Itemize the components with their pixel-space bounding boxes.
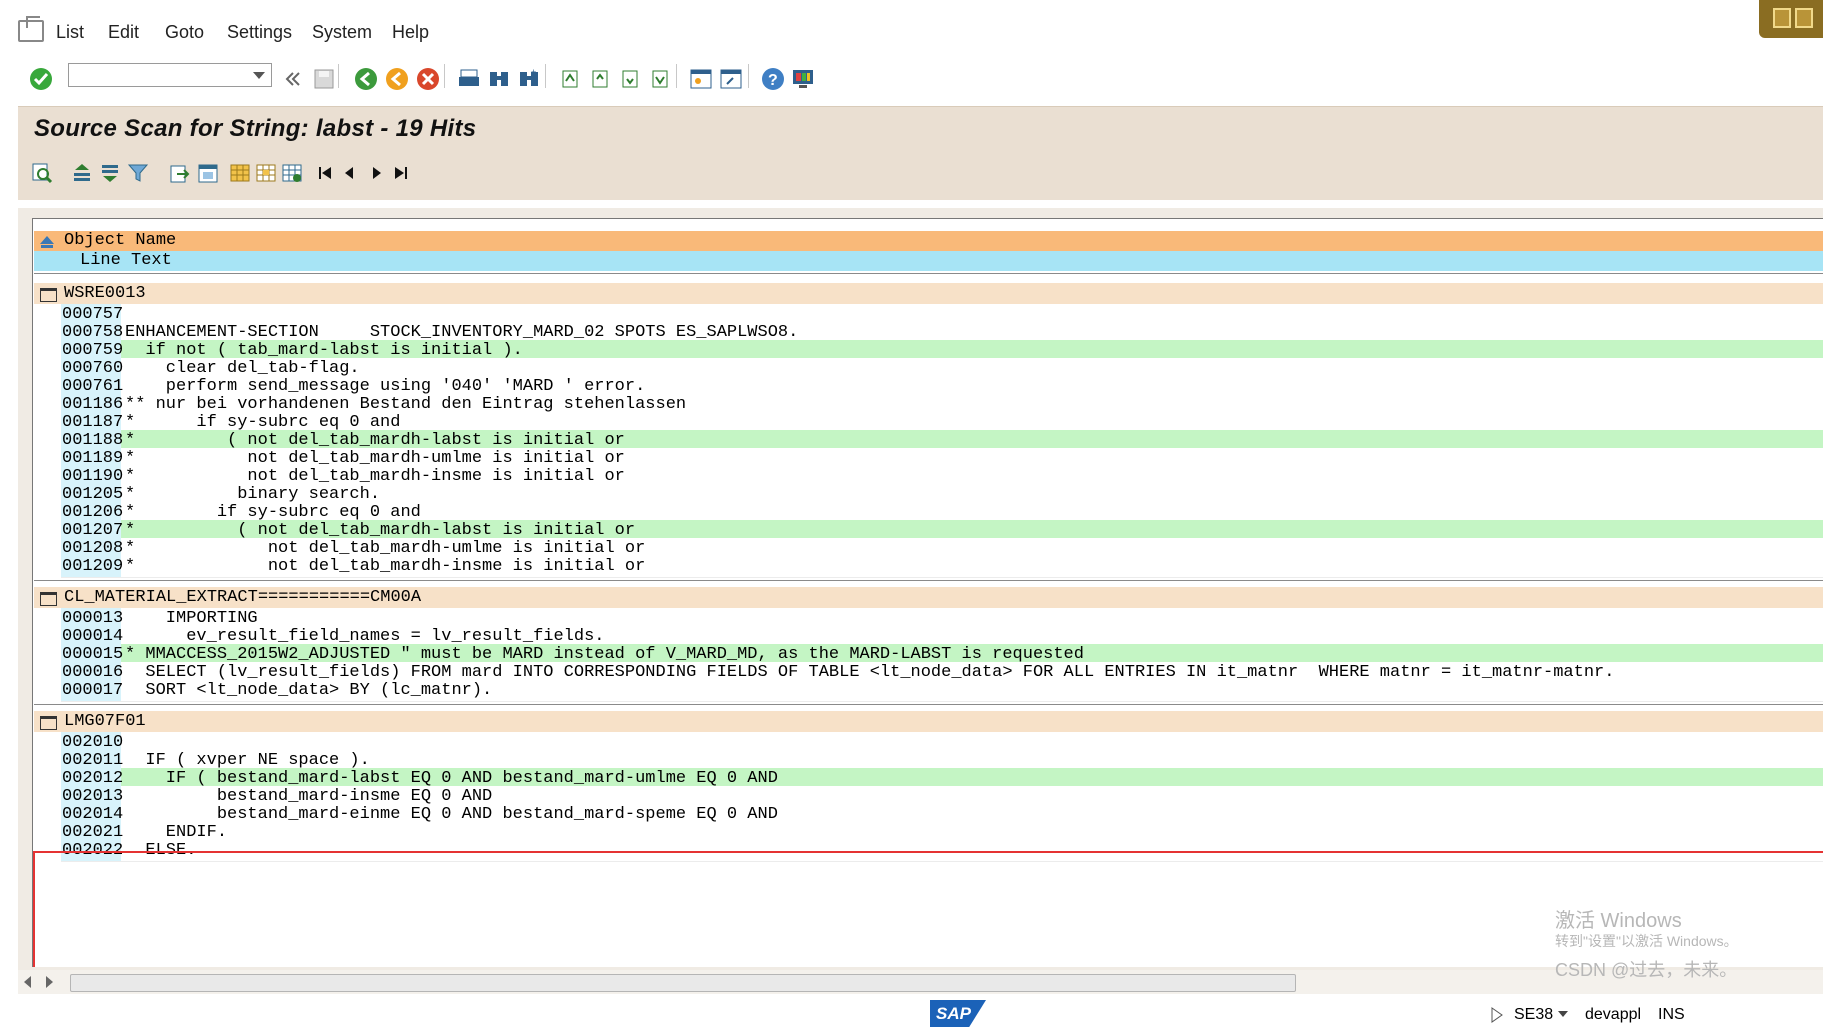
enter-check-icon[interactable] (28, 66, 54, 92)
svg-text:?: ? (768, 72, 778, 89)
object-name[interactable]: WSRE0013 (64, 283, 146, 304)
menu-system[interactable]: System (312, 22, 372, 43)
object-name[interactable]: CL_MATERIAL_EXTRACT===========CM00A (64, 587, 421, 608)
find-next-icon[interactable]: + (516, 66, 542, 92)
cancel-icon[interactable] (415, 66, 441, 92)
group-header[interactable]: LMG07F01 (34, 711, 1823, 732)
folder-icon[interactable] (40, 288, 57, 302)
menu-settings[interactable]: Settings (227, 22, 292, 43)
watermark-line-1: 激活 Windows (1555, 910, 1682, 932)
object-name-label: Object Name (64, 231, 177, 250)
grid-icon[interactable] (228, 160, 252, 186)
svg-text:+: + (531, 67, 536, 77)
line-text-label: Line Text (80, 251, 172, 270)
find-icon[interactable] (486, 66, 512, 92)
sort-descending-icon[interactable] (98, 160, 122, 186)
menu-goto[interactable]: Goto (165, 22, 204, 43)
application-toolbar (18, 150, 1823, 200)
transaction-code: SE38 (1514, 1006, 1554, 1023)
customize-layout-icon[interactable] (790, 66, 816, 92)
export-icon[interactable] (168, 160, 192, 186)
folder-icon[interactable] (40, 716, 57, 730)
toolbar-separator (444, 64, 445, 88)
command-field[interactable] (68, 63, 272, 87)
watermark-line-2: 转到"设置"以激活 Windows。 (1555, 933, 1738, 949)
result-row[interactable]: 000017 SORT <lt_node_data> BY (lc_matnr)… (61, 680, 1823, 702)
result-list[interactable]: Object Name Line Text WSRE0013 000757 0007… (32, 218, 1823, 967)
sort-ascending-icon[interactable] (70, 160, 94, 186)
object-name[interactable]: LMG07F01 (64, 711, 146, 732)
group-divider (34, 580, 1823, 581)
line-number[interactable]: 000017 (61, 680, 123, 701)
group-header[interactable]: WSRE0013 (34, 283, 1823, 304)
grid-select-icon[interactable] (254, 160, 278, 186)
toolbar-separator (676, 64, 677, 88)
status-triangle-icon[interactable] (1490, 1006, 1504, 1024)
line-text[interactable]: * not del_tab_mardh-insme is initial or (125, 556, 645, 577)
insert-mode: INS (1658, 1006, 1685, 1023)
last-icon[interactable] (388, 160, 412, 186)
scroll-left-icon[interactable] (24, 976, 31, 988)
last-page-icon[interactable] (647, 66, 673, 92)
group-divider (34, 704, 1823, 705)
title-bar: Source Scan for String: labst - 19 Hits (18, 106, 1823, 151)
column-header-line-text[interactable]: Line Text (34, 251, 1823, 271)
exit-icon[interactable] (384, 66, 410, 92)
minimize-icon[interactable] (1773, 8, 1791, 28)
column-header-object-name[interactable]: Object Name (34, 231, 1823, 251)
toolbar-separator (545, 64, 546, 88)
horizontal-scrollbar[interactable] (18, 970, 1823, 994)
shortcut-icon[interactable] (718, 66, 744, 92)
previous-page-icon[interactable] (587, 66, 613, 92)
filter-icon[interactable] (126, 160, 150, 186)
next-page-icon[interactable] (617, 66, 643, 92)
line-number[interactable]: 001209 (61, 556, 123, 577)
first-icon[interactable] (314, 160, 338, 186)
first-page-icon[interactable] (557, 66, 583, 92)
result-row[interactable]: 001209 * not del_tab_mardh-insme is initi… (61, 556, 1823, 578)
hierarchy-icon[interactable] (38, 232, 56, 250)
group-header[interactable]: CL_MATERIAL_EXTRACT===========CM00A (34, 587, 1823, 608)
toolbar-separator (338, 64, 339, 88)
create-session-icon[interactable] (688, 66, 714, 92)
chevron-down-icon[interactable] (1556, 1008, 1570, 1020)
back-icon[interactable] (353, 66, 379, 92)
chevron-down-icon[interactable] (253, 72, 265, 79)
next-icon[interactable] (364, 160, 388, 186)
menu-list[interactable]: List (56, 22, 84, 43)
previous-icon[interactable] (338, 160, 362, 186)
exit-menu-icon[interactable] (18, 16, 44, 42)
menu-edit[interactable]: Edit (108, 22, 139, 43)
page-title: Source Scan for String: labst - 19 Hits (34, 115, 477, 142)
window-controls[interactable] (1759, 0, 1823, 38)
toolbar-separator (748, 64, 749, 88)
header-divider (34, 273, 1823, 274)
server-name: devappl (1585, 1006, 1642, 1023)
scroll-right-icon[interactable] (46, 976, 53, 988)
command-input[interactable] (73, 64, 247, 86)
standard-toolbar: + ? (0, 56, 1823, 102)
folder-icon[interactable] (40, 592, 57, 606)
scroll-thumb[interactable] (70, 974, 1296, 992)
restore-icon[interactable] (1795, 8, 1813, 28)
details-icon[interactable] (30, 160, 54, 186)
grid-expand-icon[interactable] (280, 160, 304, 186)
layout-icon[interactable] (196, 160, 220, 186)
save-icon[interactable] (311, 66, 337, 92)
menu-help[interactable]: Help (392, 22, 429, 43)
watermark-line-3: CSDN @过去，未来。 (1555, 960, 1738, 980)
line-text[interactable]: SORT <lt_node_data> BY (lc_matnr). (125, 680, 492, 701)
help-icon[interactable]: ? (760, 66, 786, 92)
print-icon[interactable] (456, 66, 482, 92)
double-chevron-left-icon[interactable] (280, 66, 306, 92)
